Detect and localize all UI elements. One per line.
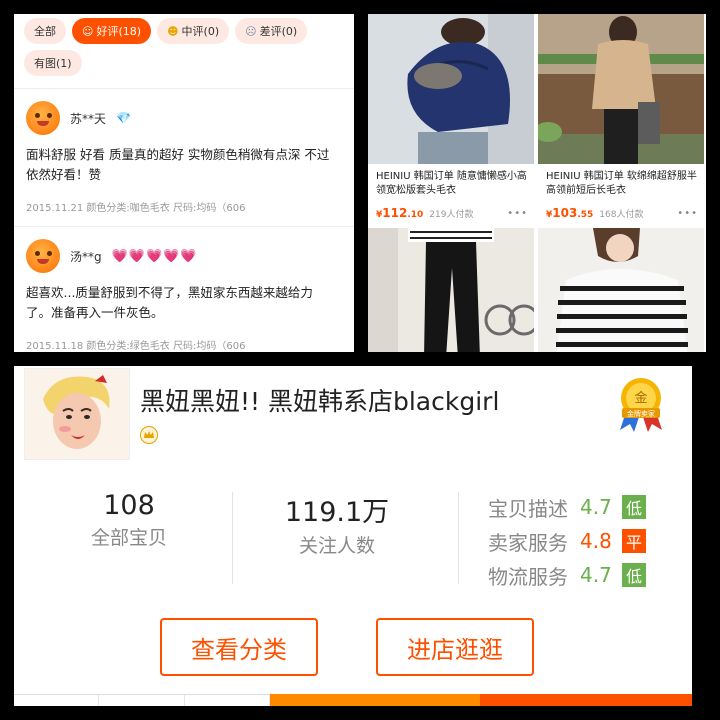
filter-with-photos[interactable]: 有图(1): [24, 50, 82, 76]
divider: [232, 492, 233, 584]
review-item: 汤**g 💗💗💗💗💗 超喜欢...质量舒服到不得了，黑妞家东西越来越给力了。准备…: [14, 226, 354, 352]
product-image[interactable]: [368, 14, 534, 164]
bottom-tab-bar: [14, 694, 692, 706]
product-sold-count: 168人付款: [599, 209, 644, 220]
shop-stats: 108 全部宝贝 119.1万 关注人数 宝贝描述 4.7 低 卖家服务 4.8…: [14, 490, 692, 589]
stat-all-items[interactable]: 108 全部宝贝: [54, 490, 204, 550]
shop-scores: 宝贝描述 4.7 低 卖家服务 4.8 平 物流服务 4.7 低: [488, 490, 646, 592]
frown-icon: ☹: [245, 24, 257, 38]
review-text: 面料舒服 好看 质量真的超好 实物颜色稍微有点深 不过依然好看！赞: [26, 147, 330, 182]
products-panel: HEINIU 韩国订单 随意慵懒感小高领宽松版套头毛衣 ¥112.10 219人…: [368, 14, 706, 352]
score-service: 卖家服务 4.8 平: [488, 524, 646, 558]
product-image[interactable]: [538, 14, 704, 164]
review-item: 苏**天 💎 面料舒服 好看 质量真的超好 实物颜色稍微有点深 不过依然好看！赞…: [14, 88, 354, 226]
avatar: [26, 101, 60, 135]
svg-text:金牌卖家: 金牌卖家: [627, 409, 655, 418]
avatar: [26, 239, 60, 273]
tab-orange[interactable]: [270, 694, 480, 706]
product-image[interactable]: [368, 228, 534, 352]
score-description: 宝贝描述 4.7 低: [488, 490, 646, 524]
shop-panel: 黑妞黑妞!! 黑妞韩系店blackgirl 金 金牌卖家 108 全部宝贝 11…: [14, 366, 692, 706]
product-price: ¥112.10: [376, 206, 424, 220]
enter-shop-button[interactable]: 进店逛逛: [376, 618, 534, 676]
divider: [458, 492, 459, 584]
neutral-icon: ☻: [167, 24, 179, 38]
product-price: ¥103.55: [546, 206, 594, 220]
review-text: 超喜欢...质量舒服到不得了，黑妞家东西越来越给力了。准备再入一件灰色。: [26, 285, 313, 320]
review-meta: 2015.11.18 颜色分类:绿色毛衣 尺码:均码（606: [26, 341, 246, 352]
tab-red-orange[interactable]: [480, 694, 692, 706]
review-username: 汤**g: [70, 249, 102, 264]
diamond-icon: 💎: [116, 111, 131, 125]
gold-seller-badge: 金 金牌卖家: [614, 374, 668, 432]
filter-neutral[interactable]: ☻ 中评(0): [157, 18, 230, 44]
review-username: 苏**天: [70, 111, 107, 126]
view-categories-button[interactable]: 查看分类: [160, 618, 318, 676]
svg-text:金: 金: [634, 390, 647, 406]
stat-followers[interactable]: 119.1万 关注人数: [262, 490, 412, 558]
product-title[interactable]: HEINIU 韩国订单 随意慵懒感小高领宽松版套头毛衣: [368, 164, 534, 204]
score-logistics: 物流服务 4.7 低: [488, 558, 646, 592]
product-sold-count: 219人付款: [429, 209, 474, 220]
shop-logo[interactable]: [24, 368, 130, 460]
product-card[interactable]: HEINIU 韩国订单 随意慵懒感小高领宽松版套头毛衣 ¥112.10 219人…: [368, 14, 534, 224]
filter-positive[interactable]: ☺ 好评(18): [72, 18, 152, 44]
review-filters: 全部 ☺ 好评(18) ☻ 中评(0) ☹ 差评(0) 有图(1): [14, 14, 354, 76]
shop-name: 黑妞黑妞!! 黑妞韩系店blackgirl: [140, 387, 500, 416]
filter-all[interactable]: 全部: [24, 18, 66, 44]
more-icon[interactable]: •••: [507, 208, 528, 219]
product-card[interactable]: [538, 228, 704, 352]
review-meta: 2015.11.21 颜色分类:咖色毛衣 尺码:均码（606: [26, 203, 246, 214]
product-title[interactable]: HEINIU 韩国订单 软绵绵超舒服半高领前短后长毛衣: [538, 164, 704, 204]
product-image[interactable]: [538, 228, 704, 352]
heart-icons: 💗💗💗💗💗: [111, 248, 198, 264]
crown-icon: [140, 426, 158, 444]
product-card[interactable]: [368, 228, 534, 352]
smile-icon: ☺: [82, 24, 94, 38]
reviews-panel: 全部 ☺ 好评(18) ☻ 中评(0) ☹ 差评(0) 有图(1) 苏**天 💎 面料…: [14, 14, 354, 352]
filter-negative[interactable]: ☹ 差评(0): [235, 18, 308, 44]
more-icon[interactable]: •••: [677, 208, 698, 219]
product-card[interactable]: HEINIU 韩国订单 软绵绵超舒服半高领前短后长毛衣 ¥103.55 168人…: [538, 14, 704, 224]
